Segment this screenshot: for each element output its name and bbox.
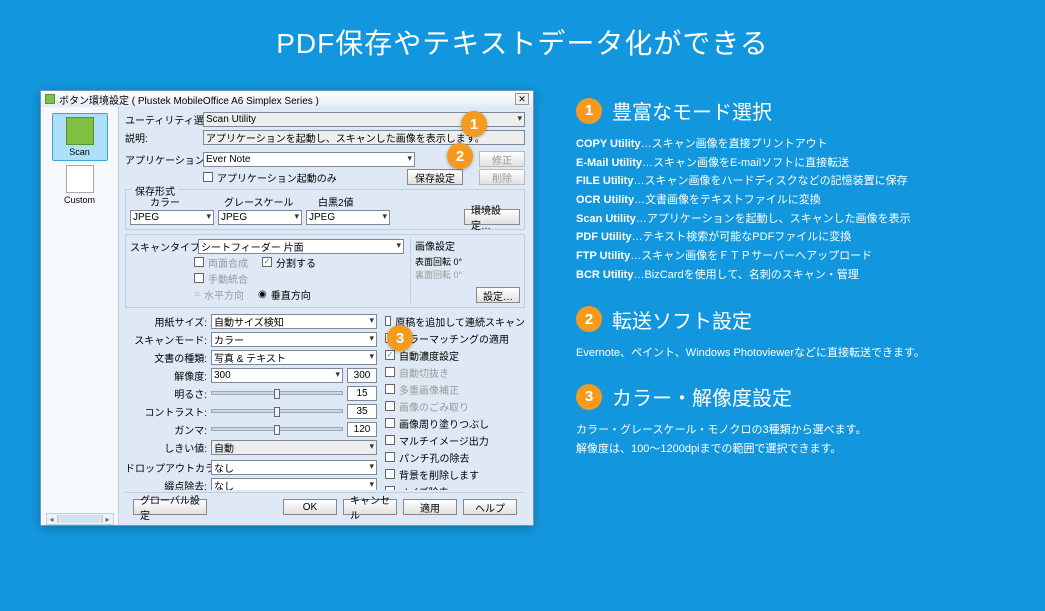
dropout-select[interactable]: なし bbox=[211, 460, 377, 475]
scantype-label: スキャンタイプ: bbox=[130, 239, 194, 254]
main-panel: ユーティリティ選択: Scan Utility 説明: アプリケーションを起動し… bbox=[119, 107, 533, 525]
delete-button[interactable]: 削除 bbox=[479, 169, 525, 185]
app-only-label: アプリケーション起動のみ bbox=[217, 170, 337, 185]
img-settings-label: 画像設定 bbox=[415, 242, 455, 253]
bw-format-select[interactable]: JPEG bbox=[306, 210, 390, 225]
ok-button[interactable]: OK bbox=[283, 499, 337, 515]
punch-select[interactable]: なし bbox=[211, 478, 377, 491]
env-settings-button[interactable]: 環境設定… bbox=[464, 209, 520, 225]
marker-2: 2 bbox=[447, 143, 473, 169]
sidebar-scrollbar[interactable]: ◂▸ bbox=[46, 513, 114, 525]
section-2-body: Evernote、ペイント、Windows Photoviewerなどに直接転送… bbox=[576, 344, 1005, 363]
opt-removedot-checkbox[interactable] bbox=[385, 401, 395, 411]
app-label: アプリケーション: bbox=[125, 152, 199, 167]
gray-format-select[interactable]: JPEG bbox=[218, 210, 302, 225]
threshold-select[interactable]: 自動 bbox=[211, 440, 377, 455]
gray-label: グレースケール bbox=[224, 194, 314, 209]
utility-label: ユーティリティ選択: bbox=[125, 112, 199, 127]
utility-list-item: PDF Utility…テキスト検索が可能なPDFファイルに変換 bbox=[576, 228, 1005, 247]
dialog-buttonbar: グローバル設定 OK キャンセル 適用 ヘルプ bbox=[125, 492, 525, 521]
apply-button[interactable]: 適用 bbox=[403, 499, 457, 515]
opt-autocrop-checkbox[interactable] bbox=[385, 367, 395, 377]
gamma-slider[interactable] bbox=[211, 427, 343, 431]
bw-label: 白黒2値 bbox=[318, 194, 408, 209]
utility-list-item: OCR Utility…文書画像をテキストファイルに変換 bbox=[576, 191, 1005, 210]
resolution-value[interactable]: 300 bbox=[347, 368, 377, 383]
window-title: ボタン環境設定 ( Plustek MobileOffice A6 Simple… bbox=[59, 92, 319, 107]
group-title: 保存形式 bbox=[132, 183, 178, 198]
opt-multiout-checkbox[interactable] bbox=[385, 435, 395, 445]
resolution-select[interactable]: 300 bbox=[211, 368, 343, 383]
utility-list-item: FTP Utility…スキャン画像をＦＴＰサーバーへアップロード bbox=[576, 247, 1005, 266]
doctype-select[interactable]: 写真 & テキスト bbox=[211, 350, 377, 365]
edit-button[interactable]: 修正 bbox=[479, 151, 525, 167]
brightness-slider[interactable] bbox=[211, 391, 343, 395]
utility-list-item: COPY Utility…スキャン画像を直接プリントアウト bbox=[576, 135, 1005, 154]
section-2-title: 転送ソフト設定 bbox=[612, 305, 752, 334]
utility-list-item: E-Mail Utility…スキャン画像をE-mailソフトに直接転送 bbox=[576, 154, 1005, 173]
section-1-title: 豊富なモード選択 bbox=[612, 96, 772, 125]
help-button[interactable]: ヘルプ bbox=[463, 499, 517, 515]
utility-list-item: BCR Utility…BizCardを使用して、名刺のスキャン・管理 bbox=[576, 266, 1005, 285]
save-settings-button[interactable]: 保存設定 bbox=[407, 169, 463, 185]
section-1: 1 豊富なモード選択 COPY Utility…スキャン画像を直接プリントアウト… bbox=[576, 96, 1005, 285]
opt-bgremove-checkbox[interactable] bbox=[385, 469, 395, 479]
opt-autodensity-checkbox[interactable] bbox=[385, 350, 395, 360]
brightness-value[interactable]: 15 bbox=[347, 386, 377, 401]
color-format-select[interactable]: JPEG bbox=[130, 210, 214, 225]
section-1-badge: 1 bbox=[576, 98, 602, 124]
image-settings-button[interactable]: 設定… bbox=[476, 287, 520, 303]
scanmode-select[interactable]: カラー bbox=[211, 332, 377, 347]
explain-panel: 1 豊富なモード選択 COPY Utility…スキャン画像を直接プリントアウト… bbox=[576, 90, 1005, 526]
sidebar-item-custom[interactable]: Custom bbox=[52, 165, 108, 205]
app-only-checkbox[interactable] bbox=[203, 172, 213, 182]
opt-continuous-checkbox[interactable] bbox=[385, 316, 391, 326]
sidebar-item-label: Scan bbox=[69, 147, 90, 157]
section-3-title: カラー・解像度設定 bbox=[612, 382, 792, 411]
utility-list-item: Scan Utility…アプリケーションを起動し、スキャンした画像を表示 bbox=[576, 210, 1005, 229]
paper-select[interactable]: 自動サイズ検知 bbox=[211, 314, 377, 329]
app-select[interactable]: Ever Note bbox=[203, 152, 415, 167]
close-icon[interactable]: ✕ bbox=[515, 93, 529, 105]
marker-3: 3 bbox=[387, 325, 413, 351]
opt-denoise-checkbox[interactable] bbox=[385, 486, 395, 490]
custom-icon bbox=[66, 165, 94, 193]
section-3: 3 カラー・解像度設定 カラー・グレースケール・モノクロの3種類から選べます。 … bbox=[576, 382, 1005, 458]
sidebar-item-label: Custom bbox=[64, 195, 95, 205]
save-format-group: 保存形式 カラー グレースケール 白黒2値 JPEG JPEG JPEG 環境設… bbox=[125, 189, 525, 230]
gamma-value[interactable]: 120 bbox=[347, 422, 377, 437]
contrast-slider[interactable] bbox=[211, 409, 343, 413]
app-icon bbox=[45, 94, 55, 104]
page-title: PDF保存やテキストデータ化ができる bbox=[0, 0, 1045, 62]
manual-checkbox[interactable] bbox=[194, 273, 204, 283]
utility-list-item: FILE Utility…スキャン画像をハードディスクなどの記憶装置に保存 bbox=[576, 172, 1005, 191]
sidebar: Scan Custom ◂▸ bbox=[41, 107, 119, 525]
sidebar-item-scan[interactable]: Scan bbox=[52, 113, 108, 161]
section-3-body: カラー・グレースケール・モノクロの3種類から選べます。 解像度は、100〜120… bbox=[576, 421, 1005, 458]
titlebar: ボタン環境設定 ( Plustek MobileOffice A6 Simple… bbox=[41, 91, 533, 107]
section-2: 2 転送ソフト設定 Evernote、ペイント、Windows Photovie… bbox=[576, 305, 1005, 363]
section-3-badge: 3 bbox=[576, 384, 602, 410]
marker-1: 1 bbox=[461, 111, 487, 137]
scantype-select[interactable]: シートフィーダー 片面 bbox=[198, 239, 404, 254]
desc-label: 説明: bbox=[125, 130, 199, 145]
split-checkbox[interactable] bbox=[262, 257, 272, 267]
opt-punchremove-checkbox[interactable] bbox=[385, 452, 395, 462]
utility-list: COPY Utility…スキャン画像を直接プリントアウトE-Mail Util… bbox=[576, 135, 1005, 285]
settings-dialog: 1 2 3 ボタン環境設定 ( Plustek MobileOffice A6 … bbox=[40, 90, 534, 526]
cancel-button[interactable]: キャンセル bbox=[343, 499, 397, 515]
opt-fillcrop-checkbox[interactable] bbox=[385, 418, 395, 428]
opt-multicrop-checkbox[interactable] bbox=[385, 384, 395, 394]
global-settings-button[interactable]: グローバル設定 bbox=[133, 499, 207, 515]
section-2-badge: 2 bbox=[576, 306, 602, 332]
merge-checkbox[interactable] bbox=[194, 257, 204, 267]
scantype-group: スキャンタイプ: シートフィーダー 片面 両面合成 分割する 手動統合 bbox=[125, 234, 525, 308]
scan-icon bbox=[66, 117, 94, 145]
contrast-value[interactable]: 35 bbox=[347, 404, 377, 419]
